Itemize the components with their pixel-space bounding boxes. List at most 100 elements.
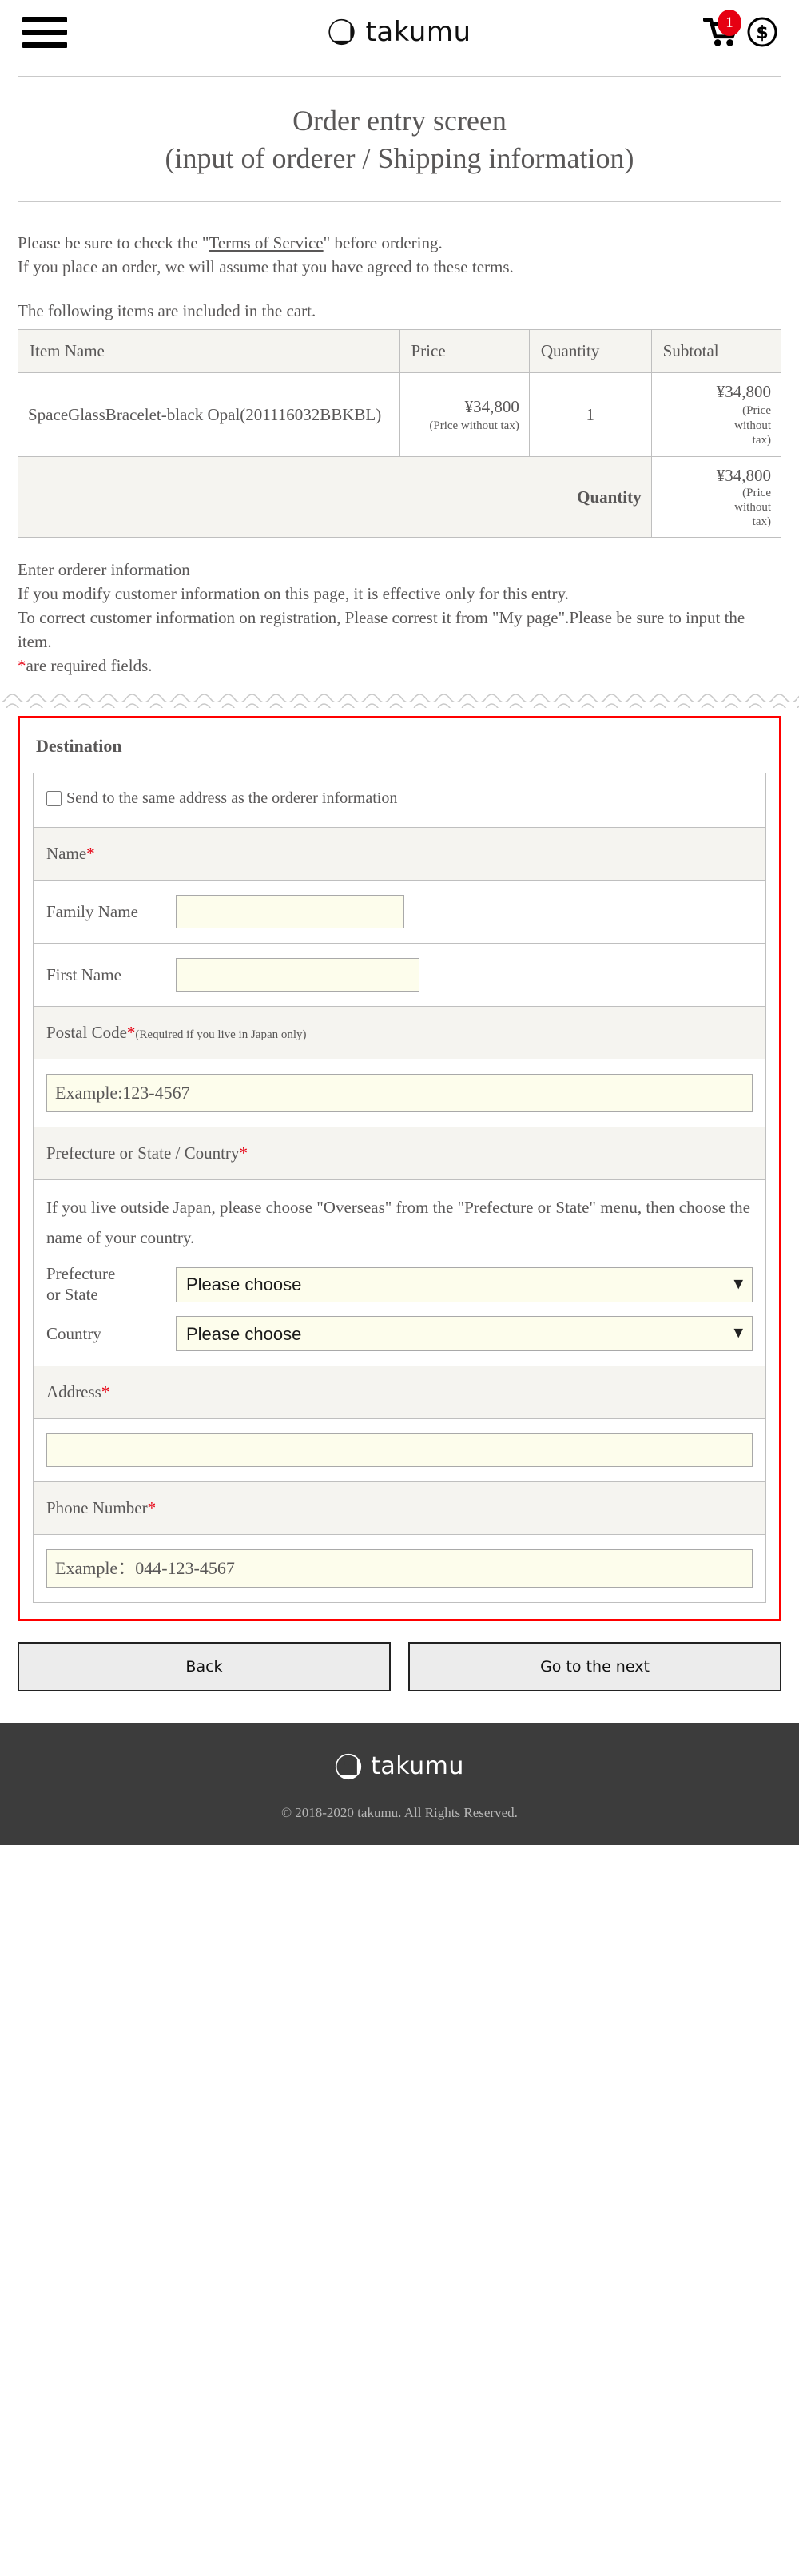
first-name-label: First Name — [46, 964, 121, 984]
required-asterisk: * — [18, 655, 26, 675]
postal-label-row: Postal Code*(Required if you live in Jap… — [33, 1006, 766, 1060]
price-note: (Price without tax) — [429, 419, 519, 432]
prefecture-label-line2: or State — [46, 1284, 98, 1304]
action-buttons: Back Go to the next — [18, 1642, 781, 1692]
subtotal-note-1: (Price — [742, 403, 771, 417]
phone-label-cell: Phone Number* — [33, 1481, 766, 1536]
same-address-checkbox[interactable] — [46, 791, 62, 807]
name-required-asterisk: * — [86, 844, 95, 864]
address-label: Address — [46, 1382, 101, 1402]
total-value: ¥34,800 (Price without tax) — [650, 456, 782, 539]
subtotal-amount: ¥34,800 — [716, 382, 771, 402]
subtotal-note-2: without — [734, 419, 771, 432]
go-to-next-button[interactable]: Go to the next — [408, 1642, 781, 1692]
hamburger-bar — [22, 42, 67, 48]
phone-label-row: Phone Number* — [33, 1481, 766, 1536]
wavy-divider — [0, 686, 799, 709]
same-address-row: Send to the same address as the orderer … — [33, 773, 766, 829]
cart-table-head: Item Name Price Quantity Subtotal — [18, 329, 782, 374]
cart-table: Item Name Price Quantity Subtotal SpaceG… — [18, 329, 782, 539]
postal-required-asterisk: * — [126, 1023, 136, 1043]
hamburger-menu-icon[interactable] — [22, 16, 67, 48]
same-address-cell: Send to the same address as the orderer … — [33, 773, 766, 829]
intro-text-before: Please be sure to check the " — [18, 233, 209, 252]
prefecture-section-label: Prefecture or State / Country — [46, 1143, 240, 1163]
destination-panel: Destination Send to the same address as … — [18, 716, 781, 1622]
country-select[interactable]: Please choose — [176, 1316, 753, 1352]
hamburger-bar — [22, 16, 67, 22]
postal-input-cell — [33, 1059, 766, 1128]
postal-label-cell: Postal Code*(Required if you live in Jap… — [33, 1006, 766, 1060]
prefecture-section-cell: Prefecture or State / Country* — [33, 1127, 766, 1181]
required-note-text: are required fields. — [26, 655, 153, 675]
prefecture-label-line1: Prefecture — [46, 1264, 116, 1284]
destination-section: Destination Send to the same address as … — [0, 716, 799, 1692]
prefecture-section-row: Prefecture or State / Country* — [33, 1127, 766, 1181]
footer-brand-name: takumu — [371, 1752, 464, 1781]
currency-dollar-icon[interactable]: $ — [746, 16, 778, 48]
phone-input-row — [33, 1534, 766, 1604]
family-name-row: Family Name — [33, 880, 766, 944]
family-name-cell: Family Name — [33, 880, 766, 944]
same-address-label: Send to the same address as the orderer … — [66, 789, 398, 808]
intro-paragraph: Please be sure to check the "Terms of Se… — [18, 231, 781, 280]
orderer-note-2: To correct customer information on regis… — [18, 607, 745, 651]
destination-form-table: Send to the same address as the orderer … — [33, 773, 766, 1604]
prefecture-fields-cell: If you live outside Japan, please choose… — [33, 1179, 766, 1367]
page-title-line2: (input of orderer / Shipping information… — [165, 141, 634, 174]
phone-required-asterisk: * — [147, 1498, 157, 1518]
intro-line2: If you place an order, we will assume th… — [18, 257, 514, 277]
orderer-info-block: Enter orderer information If you modify … — [18, 559, 781, 678]
column-header-quantity: Quantity — [528, 329, 652, 374]
takumu-logo-icon — [328, 18, 355, 46]
first-name-input[interactable] — [176, 958, 419, 992]
first-name-cell: First Name — [33, 943, 766, 1008]
orderer-note-1: If you modify customer information on th… — [18, 584, 569, 604]
phone-number-input[interactable] — [46, 1549, 753, 1588]
table-row: SpaceGlassBracelet-black Opal(201116032B… — [18, 372, 782, 458]
intro-text-after: " before ordering. — [323, 233, 443, 252]
cell-quantity: 1 — [528, 372, 652, 458]
cart-count-badge: 1 — [718, 10, 741, 36]
column-header-item-name: Item Name — [18, 329, 400, 374]
footer-logo[interactable]: takumu — [335, 1752, 464, 1780]
prefecture-select[interactable]: Please choose — [176, 1266, 753, 1302]
price-amount: ¥34,800 — [464, 397, 519, 417]
subtotal-note-3: tax) — [752, 434, 771, 447]
header-icon-group: 1 $ — [702, 10, 778, 49]
family-name-label: Family Name — [46, 901, 138, 921]
total-amount: ¥34,800 — [716, 466, 771, 486]
column-header-price: Price — [399, 329, 530, 374]
prefecture-select-wrap: Please choose ▼ — [176, 1266, 753, 1302]
prefecture-fields-row: If you live outside Japan, please choose… — [33, 1179, 766, 1367]
total-note-1: (Price — [742, 487, 771, 500]
copyright-text: © 2018-2020 takumu. All Rights Reserved. — [281, 1804, 518, 1820]
orderer-heading: Enter orderer information — [18, 560, 190, 580]
main-content: Please be sure to check the "Terms of Se… — [0, 231, 799, 678]
postal-code-input[interactable] — [46, 1074, 753, 1113]
cart-button[interactable]: 1 — [702, 10, 741, 49]
total-label: Quantity — [18, 456, 652, 539]
address-label-row: Address* — [33, 1366, 766, 1420]
cart-table-body: SpaceGlassBracelet-black Opal(201116032B… — [18, 372, 782, 539]
terms-of-service-link[interactable]: Terms of Service — [209, 233, 323, 252]
country-select-wrap: Please choose ▼ — [176, 1316, 753, 1352]
family-name-input[interactable] — [176, 895, 404, 929]
cart-table-header-row: Item Name Price Quantity Subtotal — [18, 329, 782, 374]
same-address-label-wrap[interactable]: Send to the same address as the orderer … — [46, 789, 397, 808]
first-name-row: First Name — [33, 943, 766, 1008]
address-input[interactable] — [46, 1433, 753, 1468]
site-logo[interactable]: takumu — [328, 16, 471, 48]
address-input-cell — [33, 1418, 766, 1483]
destination-title: Destination — [36, 736, 122, 757]
back-button[interactable]: Back — [18, 1642, 391, 1692]
cell-subtotal: ¥34,800 (Price without tax) — [650, 372, 782, 458]
page-title-line1: Order entry screen — [292, 105, 507, 137]
site-header: takumu 1 $ — [0, 0, 799, 64]
column-header-subtotal: Subtotal — [650, 329, 782, 374]
name-section-row: Name* — [33, 827, 766, 881]
brand-name: takumu — [365, 16, 471, 48]
country-label: Country — [46, 1323, 101, 1343]
postal-input-row — [33, 1059, 766, 1128]
name-section-cell: Name* — [33, 827, 766, 881]
